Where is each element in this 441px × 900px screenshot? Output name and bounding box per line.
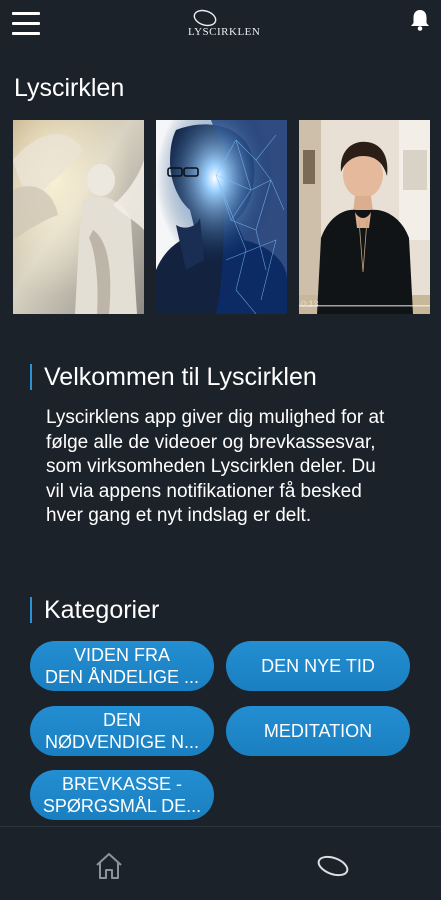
page-title: Lyscirklen <box>14 74 125 102</box>
app-screen: LYSCIRKLEN Lyscirklen 0:13 Velkommen til… <box>0 0 441 900</box>
category-viden-fra-den-andelige[interactable]: VIDEN FRA DEN ÅNDELIGE ... <box>30 641 214 691</box>
video-thumbnail-woman-speaking[interactable]: 0:13 <box>299 120 430 314</box>
lyscirklen-logo: LYSCIRKLEN <box>188 8 261 42</box>
bottom-navigation <box>0 826 441 900</box>
logo-circle-icon <box>193 9 217 27</box>
category-label: DEN NYE TID <box>261 656 375 676</box>
logo-text: LYSCIRKLEN <box>188 26 261 38</box>
category-label-line2: DEN ÅNDELIGE ... <box>44 667 200 687</box>
category-label-line1: DEN <box>102 710 141 730</box>
video-thumbnail-man-with-neural-light[interactable] <box>156 120 287 314</box>
video-thumbnail-angel-statue[interactable] <box>13 120 144 314</box>
lyscirklen-circle-icon[interactable] <box>315 853 351 879</box>
category-den-nye-tid[interactable]: DEN NYE TID <box>226 641 410 691</box>
category-brevkasse[interactable]: BREVKASSE - SPØRGSMÅL DE... <box>30 770 214 820</box>
bell-icon[interactable] <box>409 8 431 32</box>
top-bar: LYSCIRKLEN <box>0 0 441 48</box>
welcome-text: Lyscirklens app giver dig mulighed for a… <box>46 407 385 526</box>
video-duration: 0:13 <box>301 299 319 309</box>
category-label-line1: BREVKASSE - <box>61 774 183 794</box>
hamburger-menu-icon[interactable] <box>12 12 40 36</box>
home-icon[interactable] <box>94 851 124 881</box>
category-label-line1: VIDEN FRA <box>73 645 170 665</box>
category-label-line2: NØDVENDIGE N... <box>44 732 200 752</box>
category-label-line2: SPØRGSMÅL DE... <box>42 796 202 816</box>
category-meditation[interactable]: MEDITATION <box>226 706 410 756</box>
welcome-heading: Velkommen til Lyscirklen <box>30 364 317 390</box>
category-label: MEDITATION <box>263 721 373 741</box>
categories-heading: Kategorier <box>30 597 159 623</box>
category-den-nodvendige[interactable]: DEN NØDVENDIGE N... <box>30 706 214 756</box>
